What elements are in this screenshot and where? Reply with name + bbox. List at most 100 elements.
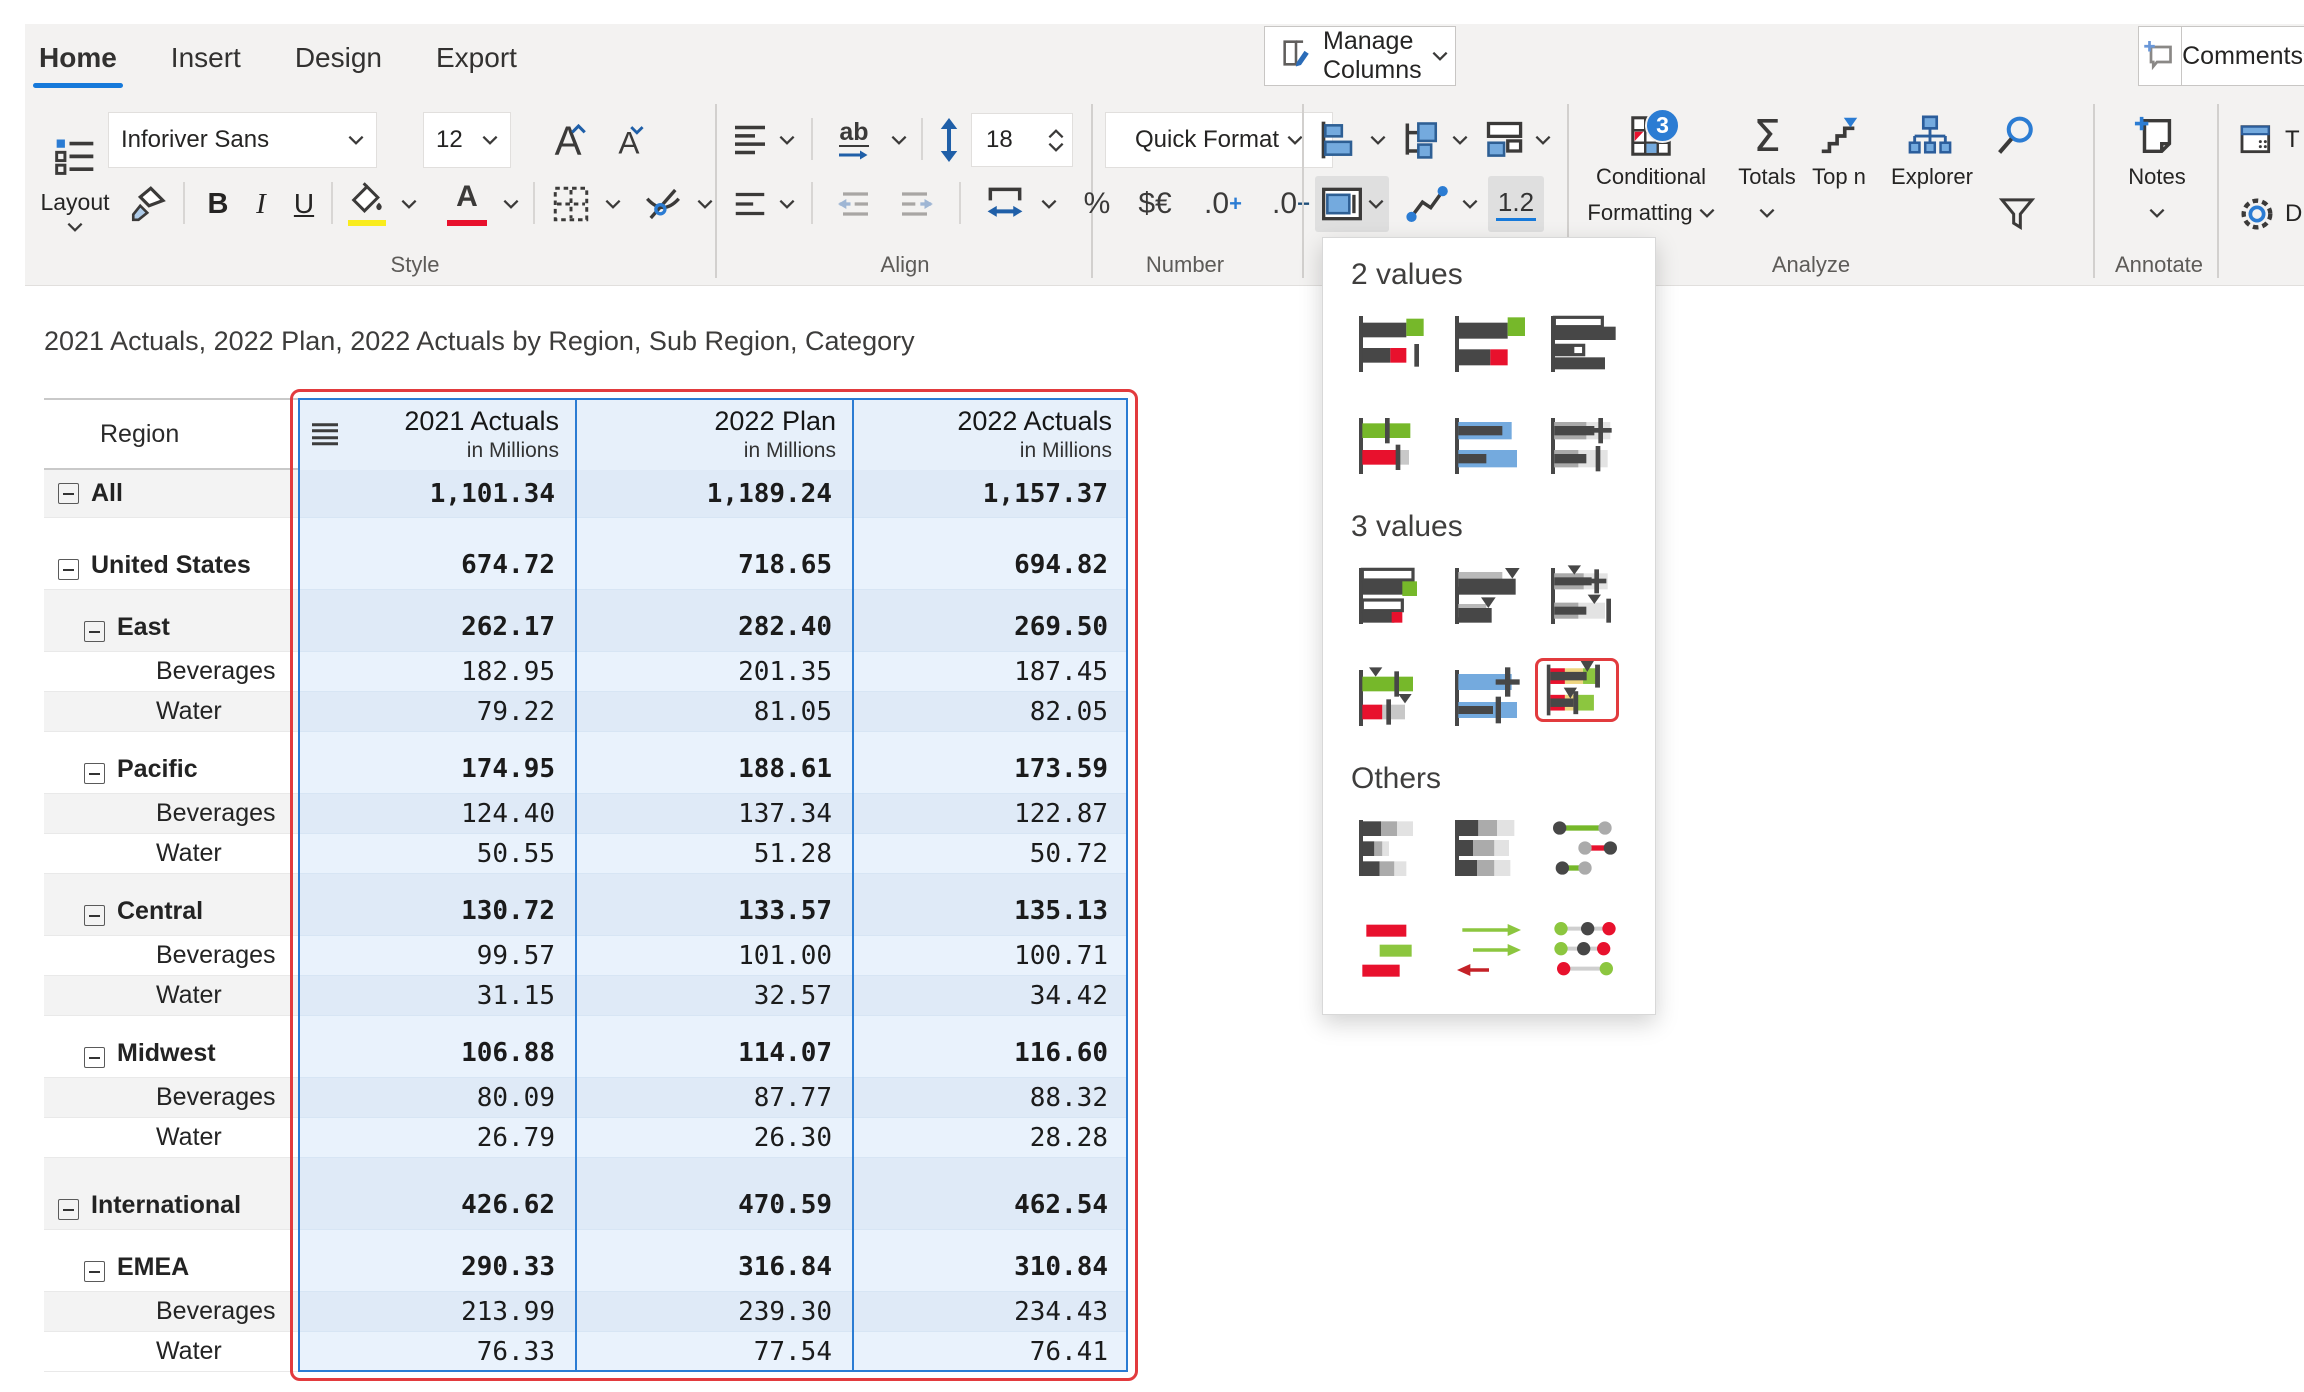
value-cell-col3[interactable]: 28.28	[852, 1118, 1128, 1158]
chart-type-dumbbell-dots[interactable]	[1543, 816, 1627, 880]
value-cell-col3[interactable]: 122.87	[852, 794, 1128, 834]
value-cell-col1[interactable]: 106.88	[298, 1016, 575, 1078]
value-cell-col2[interactable]: 201.35	[575, 652, 852, 692]
chart-type-bullet-green-red-markers[interactable]	[1351, 414, 1435, 478]
manage-columns-button[interactable]: Manage Columns	[1264, 26, 1456, 86]
chart-type-blue-bars-plus-markers[interactable]	[1447, 666, 1531, 730]
add-comment-icon[interactable]	[2139, 27, 2183, 85]
value-cell-col1[interactable]: 80.09	[298, 1078, 575, 1118]
value-cell-col2[interactable]: 133.57	[575, 874, 852, 936]
chart-type-win-loss-bars[interactable]	[1351, 918, 1435, 982]
value-cell-col1[interactable]: 1,101.34	[298, 470, 575, 518]
vertical-align-button[interactable]	[727, 176, 773, 232]
hide-values-button[interactable]	[637, 176, 689, 232]
value-cell-col1[interactable]: 99.57	[298, 936, 575, 976]
value-cell-col1[interactable]: 31.15	[298, 976, 575, 1016]
value-cell-col1[interactable]: 26.79	[298, 1118, 575, 1158]
value-cell-col2[interactable]: 282.40	[575, 590, 852, 652]
row-label-midwest[interactable]: Midwest	[44, 1016, 298, 1078]
layout-matrix-chevron[interactable]	[1532, 112, 1554, 168]
top-n-button[interactable]	[1811, 108, 1867, 164]
sparkline-chevron[interactable]	[1459, 176, 1481, 232]
layout-button[interactable]: Layout	[33, 106, 117, 260]
column-header-2022-actuals[interactable]: 2022 Actuals in Millions	[852, 398, 1128, 470]
column-menu-icon[interactable]	[312, 419, 338, 449]
value-cell-col3[interactable]: 1,157.37	[852, 470, 1128, 518]
filter-button[interactable]	[1991, 186, 2043, 242]
value-cell-col1[interactable]: 213.99	[298, 1292, 575, 1332]
in-cell-chart-button[interactable]	[1315, 176, 1389, 232]
borders-button[interactable]	[545, 176, 597, 232]
value-cell-col2[interactable]: 87.77	[575, 1078, 852, 1118]
row-label-east[interactable]: East	[44, 590, 298, 652]
value-cell-col3[interactable]: 34.42	[852, 976, 1128, 1016]
value-cell-col2[interactable]: 1,189.24	[575, 470, 852, 518]
stepper-down-icon[interactable]	[1048, 142, 1064, 152]
wrap-text-chevron[interactable]	[887, 112, 911, 168]
value-cell-col2[interactable]: 26.30	[575, 1118, 852, 1158]
value-cell-col1[interactable]: 124.40	[298, 794, 575, 834]
wrap-text-button[interactable]: ab	[825, 112, 883, 168]
value-cell-col2[interactable]: 470.59	[575, 1158, 852, 1230]
increase-font-size-button[interactable]: A	[545, 112, 601, 168]
bold-button[interactable]: B	[197, 176, 239, 232]
collapse-toggle-icon[interactable]	[58, 1199, 79, 1220]
value-cell-col2[interactable]: 188.61	[575, 732, 852, 794]
bar-chart-button[interactable]	[1315, 112, 1365, 168]
collapse-toggle-icon[interactable]	[84, 905, 105, 926]
collapse-toggle-icon[interactable]	[84, 1261, 105, 1282]
column-header-2021-actuals[interactable]: 2021 Actuals in Millions	[298, 398, 575, 470]
theme-button[interactable]: T	[2237, 112, 2304, 168]
decomposition-tree-chevron[interactable]	[1449, 112, 1471, 168]
chart-type-arrow-indicators[interactable]	[1447, 918, 1531, 982]
value-cell-col3[interactable]: 50.72	[852, 834, 1128, 874]
merge-cells-button[interactable]	[977, 176, 1033, 232]
row-label-pacific[interactable]: Pacific	[44, 732, 298, 794]
totals-button[interactable]: Σ	[1737, 108, 1797, 164]
increase-decimals-button[interactable]: .0 +	[1193, 176, 1253, 232]
value-cell-col1[interactable]: 79.22	[298, 692, 575, 732]
collapse-toggle-icon[interactable]	[84, 1047, 105, 1068]
decrease-indent-button[interactable]	[825, 176, 881, 232]
decrease-font-size-button[interactable]: A	[607, 112, 663, 168]
hide-values-chevron[interactable]	[693, 176, 717, 232]
sparkline-button[interactable]	[1399, 176, 1457, 232]
tab-design[interactable]: Design	[291, 34, 386, 90]
value-cell-col1[interactable]: 174.95	[298, 732, 575, 794]
value-cell-col3[interactable]: 116.60	[852, 1016, 1128, 1078]
value-cell-col3[interactable]: 173.59	[852, 732, 1128, 794]
font-family-select[interactable]: Inforiver Sans	[108, 112, 377, 168]
number-format-button[interactable]: 1.2	[1488, 176, 1544, 232]
value-cell-col2[interactable]: 718.65	[575, 518, 852, 590]
value-cell-col3[interactable]: 462.54	[852, 1158, 1128, 1230]
chart-type-bullet-triangle-markers[interactable]	[1351, 666, 1435, 730]
value-cell-col3[interactable]: 100.71	[852, 936, 1128, 976]
chart-type-bullet-rag-bands[interactable]	[1535, 658, 1619, 722]
chart-type-outline-variance-bars[interactable]	[1351, 564, 1435, 628]
horizontal-align-button[interactable]	[727, 112, 773, 168]
tab-insert[interactable]: Insert	[167, 34, 245, 90]
search-button[interactable]	[1991, 108, 2043, 164]
value-cell-col1[interactable]: 50.55	[298, 834, 575, 874]
chart-type-stacked-gray-bars-wide[interactable]	[1447, 816, 1531, 880]
value-cell-col1[interactable]: 262.17	[298, 590, 575, 652]
borders-chevron[interactable]	[601, 176, 625, 232]
column-header-2022-plan[interactable]: 2022 Plan in Millions	[575, 398, 852, 470]
column-header-region[interactable]: Region	[44, 398, 298, 470]
merge-cells-chevron[interactable]	[1037, 176, 1061, 232]
value-cell-col1[interactable]: 426.62	[298, 1158, 575, 1230]
value-cell-col3[interactable]: 76.41	[852, 1332, 1128, 1372]
underline-button[interactable]: U	[283, 176, 325, 232]
notes-button[interactable]	[2123, 108, 2189, 164]
collapse-toggle-icon[interactable]	[84, 763, 105, 784]
stepper-up-icon[interactable]	[1048, 128, 1064, 139]
row-label-all[interactable]: All	[44, 470, 298, 518]
value-cell-col3[interactable]: 88.32	[852, 1078, 1128, 1118]
totals-chevron[interactable]	[1753, 200, 1781, 226]
value-cell-col1[interactable]: 130.72	[298, 874, 575, 936]
chart-type-stacked-gray-bars[interactable]	[1351, 816, 1435, 880]
chart-type-gray-bars-plus-markers[interactable]	[1543, 414, 1627, 478]
chart-type-variance-bar-detached[interactable]	[1351, 312, 1435, 376]
display-settings-button[interactable]: D	[2237, 186, 2304, 242]
value-cell-col1[interactable]: 76.33	[298, 1332, 575, 1372]
